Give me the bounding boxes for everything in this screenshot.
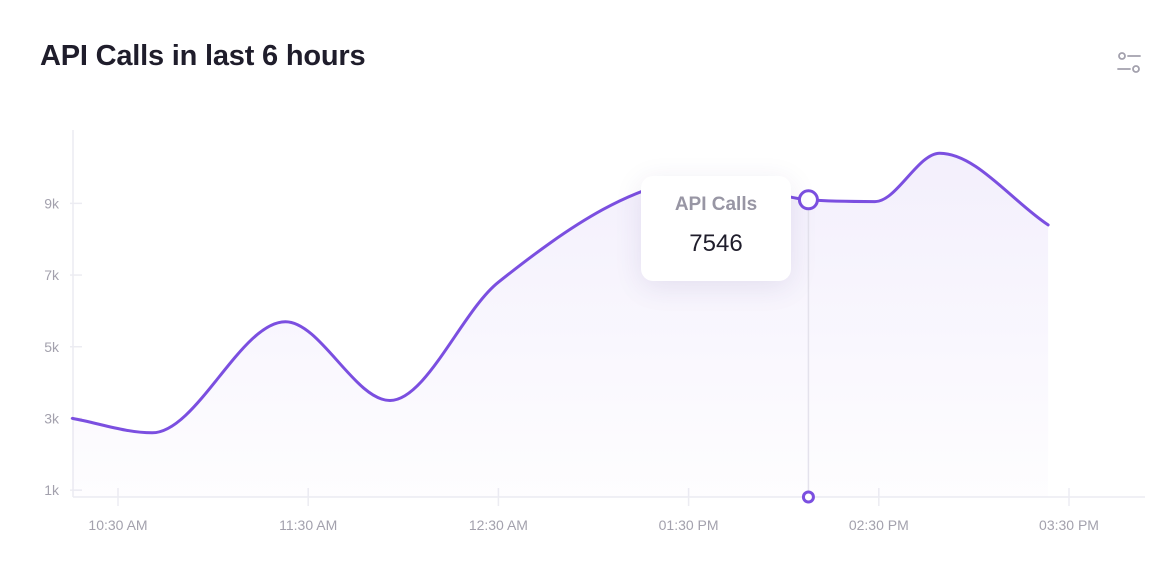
- tooltip-label: API Calls: [674, 194, 758, 215]
- area-fill: [72, 153, 1049, 497]
- y-tick-label: 9k: [44, 195, 60, 211]
- x-tick-label: 10:30 AM: [88, 517, 147, 533]
- x-tick-label: 01:30 PM: [659, 517, 719, 533]
- y-tick-label: 7k: [44, 267, 60, 283]
- tooltip-value: 7546: [689, 230, 743, 257]
- chart-tooltip: API Calls 7546: [641, 176, 791, 281]
- y-tick-label: 3k: [44, 410, 60, 426]
- x-tick-label: 02:30 PM: [849, 517, 909, 533]
- hover-axis-marker: [801, 490, 815, 504]
- hover-point: [797, 189, 819, 211]
- x-tick-label: 11:30 AM: [279, 517, 337, 533]
- x-tick-label: 12:30 AM: [469, 517, 528, 533]
- y-tick-label: 1k: [44, 482, 60, 498]
- y-tick-label: 5k: [44, 339, 60, 355]
- area-chart: 1k 3k 5k 7k 9k 10:30 AM 11:30 AM 12:30 AM 01:30 …: [44, 130, 1145, 533]
- x-tick-label: 03:30 PM: [1039, 517, 1099, 533]
